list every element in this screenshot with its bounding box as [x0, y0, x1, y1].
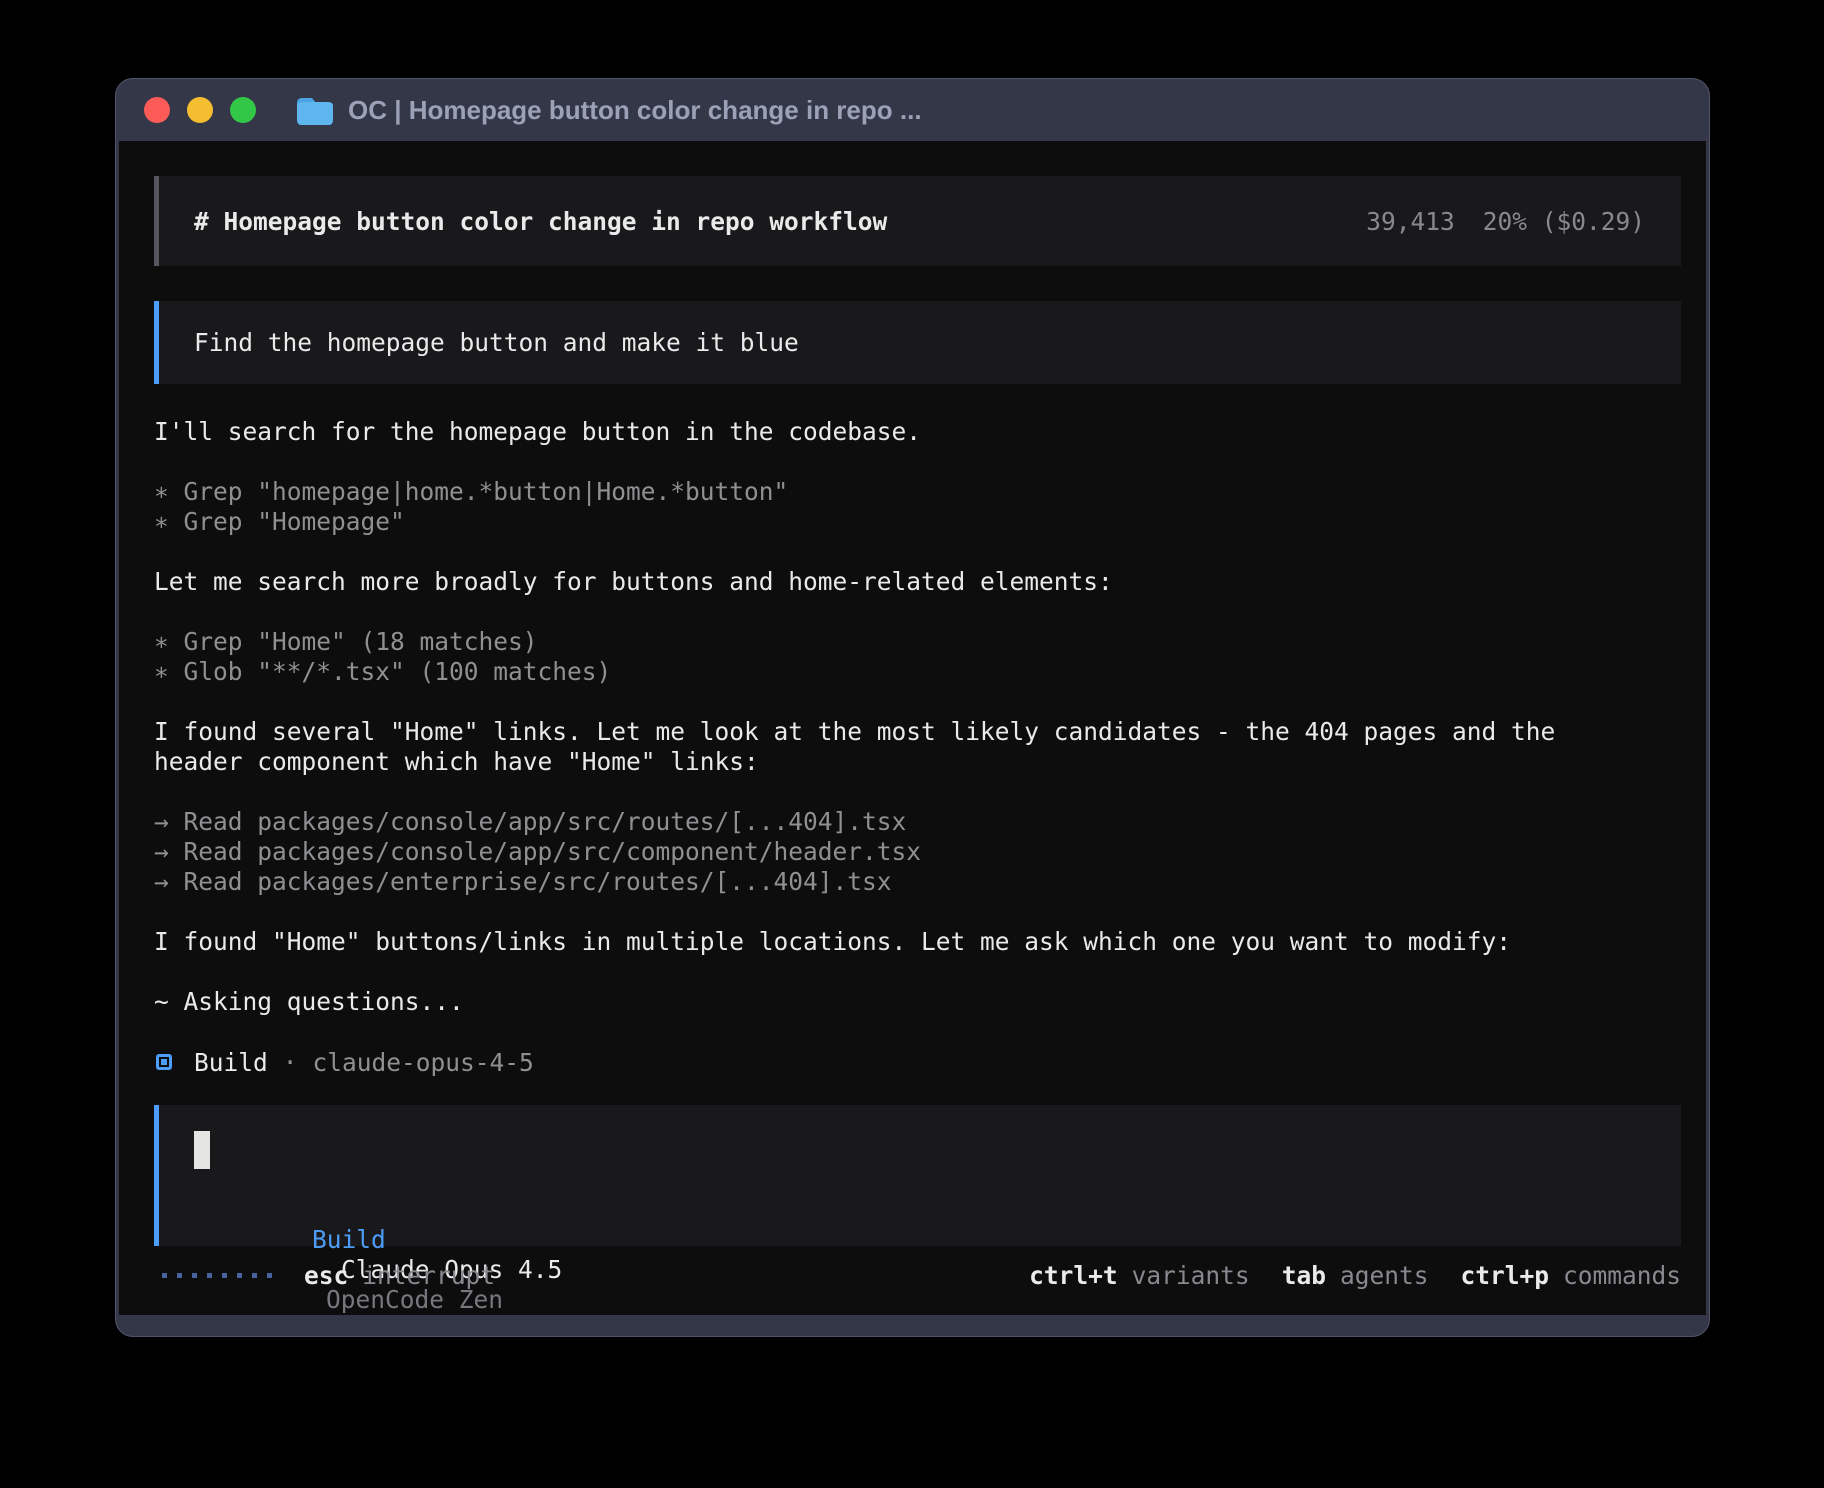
agent-model: claude-opus-4-5 [313, 1048, 534, 1077]
tool-call-line: ∗ Glob "**/*.tsx" (100 matches) [154, 657, 1681, 687]
tool-call-line: → Read packages/enterprise/src/routes/[.… [154, 867, 1681, 897]
tool-call-line: ∗ Grep "Home" (18 matches) [154, 627, 1681, 657]
input-agent-label: Build [312, 1225, 386, 1254]
assistant-text-line: I found several "Home" links. Let me loo… [154, 717, 1681, 747]
text-cursor [194, 1131, 210, 1169]
commands-key: ctrl+p [1460, 1261, 1549, 1290]
window-title: OC | Homepage button color change in rep… [348, 95, 922, 126]
agents-label: agents [1340, 1261, 1429, 1290]
tool-call-line: ∗ Grep "Homepage" [154, 507, 1681, 537]
session-header: # Homepage button color change in repo w… [154, 176, 1681, 266]
assistant-text-line: Let me search more broadly for buttons a… [154, 567, 1681, 597]
variants-label: variants [1132, 1261, 1250, 1290]
terminal-content: # Homepage button color change in repo w… [119, 141, 1706, 1315]
tool-call-line: → Read packages/console/app/src/routes/[… [154, 807, 1681, 837]
commands-hint: ctrl+p commands [1460, 1261, 1681, 1290]
variants-key: ctrl+t [1029, 1261, 1118, 1290]
close-window-button[interactable] [144, 97, 170, 123]
context-usage: 20% ($0.29) [1483, 207, 1645, 236]
agents-hint: tab agents [1282, 1261, 1429, 1290]
user-message-text: Find the homepage button and make it blu… [194, 328, 799, 357]
tool-call-line: ∗ Grep "homepage|home.*button|Home.*butt… [154, 477, 1681, 507]
session-title: # Homepage button color change in repo w… [194, 207, 887, 236]
assistant-text-line: I'll search for the homepage button in t… [154, 417, 1681, 447]
zoom-window-button[interactable] [230, 97, 256, 123]
agents-key: tab [1282, 1261, 1326, 1290]
commands-label: commands [1563, 1261, 1681, 1290]
input-model-line: Build Claude Opus 4.5 OpenCode Zen [194, 1195, 1646, 1225]
assistant-text-line: header component which have "Home" links… [154, 747, 1681, 777]
esc-hint: esc interrupt [304, 1261, 495, 1290]
assistant-transcript: I'll search for the homepage button in t… [154, 417, 1681, 1077]
status-bar: esc interrupt ctrl+t variants tab agents… [154, 1260, 1681, 1290]
spinner-dots-icon [162, 1273, 272, 1278]
user-message: Find the homepage button and make it blu… [154, 301, 1681, 384]
prompt-input[interactable]: Build Claude Opus 4.5 OpenCode Zen [154, 1105, 1681, 1246]
esc-key: esc [304, 1261, 348, 1290]
agent-status-row: Build · claude-opus-4-5 [154, 1047, 1681, 1077]
status-text-line: ~ Asking questions... [154, 987, 1681, 1017]
agent-separator: · [283, 1048, 298, 1077]
variants-hint: ctrl+t variants [1029, 1261, 1250, 1290]
titlebar: OC | Homepage button color change in rep… [116, 79, 1709, 141]
shortcut-hints: ctrl+t variants tab agents ctrl+p comman… [1029, 1261, 1681, 1290]
terminal-window: OC | Homepage button color change in rep… [115, 78, 1710, 1337]
minimize-window-button[interactable] [187, 97, 213, 123]
esc-label: interrupt [362, 1261, 495, 1290]
agent-name: Build [194, 1048, 268, 1077]
assistant-text-line: I found "Home" buttons/links in multiple… [154, 927, 1681, 957]
tool-call-line: → Read packages/console/app/src/componen… [154, 837, 1681, 867]
agent-build-icon [156, 1054, 172, 1070]
token-count: 39,413 [1366, 207, 1455, 236]
folder-icon [295, 94, 335, 126]
session-stats: 39,413 20% ($0.29) [1366, 207, 1645, 236]
